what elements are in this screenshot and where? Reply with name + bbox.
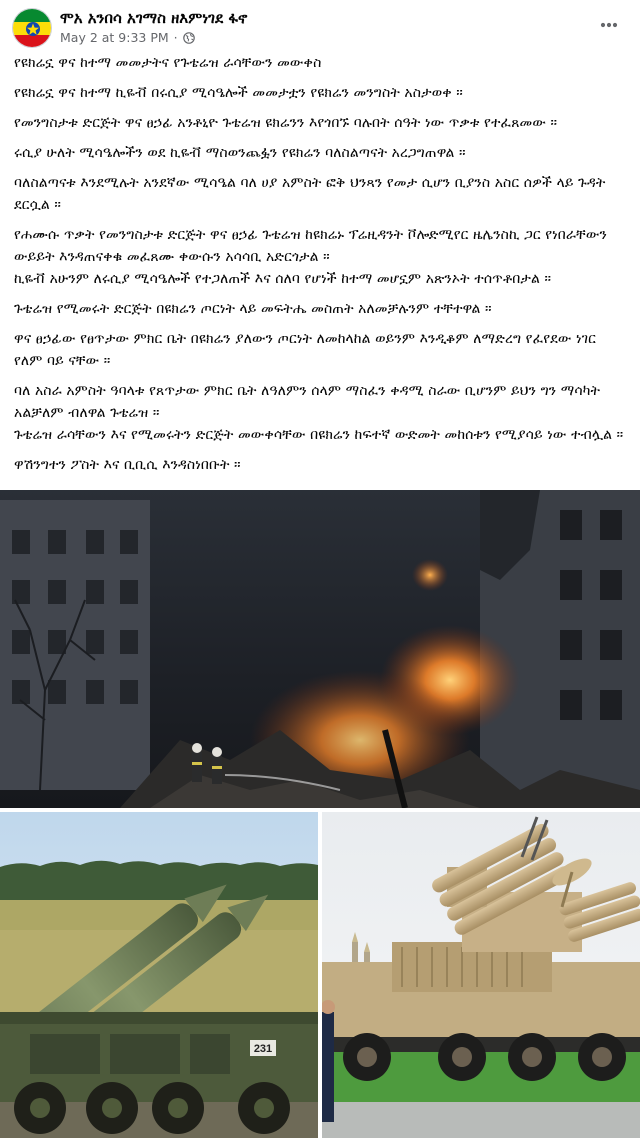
post-paragraph: ጉቴሬዝ የሚመሩት ድርጅት በዩክሬን ጦርነት ላይ መፍትሔ መስጠት …: [14, 301, 492, 317]
post-paragraph: ጉቴሬዝ ራሳቸውን እና የሚመሩትን ድርጅት መውቀሳቸው በዩክሬን ከ…: [14, 427, 624, 443]
air-defense-system-photo[interactable]: [322, 812, 640, 1138]
post-timestamp[interactable]: May 2 at 9:33 PM: [60, 30, 169, 45]
burning-building-photo[interactable]: [0, 490, 640, 808]
post-paragraph: የሐሙሱ ጥቃት የመንግስታቱ ድርጅት ዋና ፀኃፊ ጉቴሬዝ ከዩክሬኑ …: [14, 227, 607, 265]
post-paragraph: የመንግስታቱ ድርጅት ዋና ፀኃፊ አንቶኒዮ ጉቴሬዝ ዩክሬንን እየጎ…: [14, 115, 558, 131]
meta-separator: ·: [173, 30, 178, 45]
missile-launcher-photo[interactable]: 231: [0, 812, 318, 1138]
post-paragraph: ባለስልጣናቱ እንደሚሉት አንደኛው ሚሳዔል ባለ ሀያ አምስት ፎቅ …: [14, 175, 606, 213]
post-text: የዩክሬኗ ዋና ከተማ መመታትና የጉቴሬዝ ራሳቸውን መውቀስ የዩክሬ…: [14, 52, 628, 484]
more-options-icon[interactable]: [596, 12, 622, 38]
post-paragraph: ዋሽንግተን ፖስት እና ቢቢሲ እንዳስነበቡት ።: [14, 457, 241, 473]
globe-icon[interactable]: [182, 31, 195, 44]
author-name[interactable]: ሞአ አንበሳ አገማስ ዘእምነገደ ፋኖ: [60, 9, 247, 27]
post-paragraph: የዩክሬኗ ዋና ከተማ ኪዬቭ በሩሲያ ሚሳዔሎች መመታቷን የዩክሬን …: [14, 85, 463, 101]
ethiopian-flag-avatar[interactable]: [12, 8, 52, 48]
post-headline: የዩክሬኗ ዋና ከተማ መመታትና የጉቴሬዝ ራሳቸውን መውቀስ: [14, 55, 322, 71]
vehicle-number: 231: [254, 1043, 272, 1055]
post-paragraph: ኪዬቭ አሁንም ለሩሲያ ሚሳዔሎች የተጋለጠች እና ሰለባ የሆነች ከ…: [14, 271, 552, 287]
post-paragraph: ባለ አስራ አምስት ዓባላቱ የጸጥታው ምክር ቤት ለዓለምን ሰላም …: [14, 383, 601, 421]
post-paragraph: ዋና ፀኃፊው የፀጥታው ምክር ቤት በዩክሬን ያለውን ጦርነት ለመከ…: [14, 331, 597, 369]
post-header: ሞአ አንበሳ አገማስ ዘእምነገደ ፋኖ May 2 at 9:33 PM …: [0, 0, 640, 52]
post-meta: May 2 at 9:33 PM ·: [60, 30, 195, 45]
post-paragraph: ሩሲያ ሁለት ሚሳዔሎችን ወደ ኪዬቭ ማስወንጨፏን የዩክሬን ባለስል…: [14, 145, 466, 161]
